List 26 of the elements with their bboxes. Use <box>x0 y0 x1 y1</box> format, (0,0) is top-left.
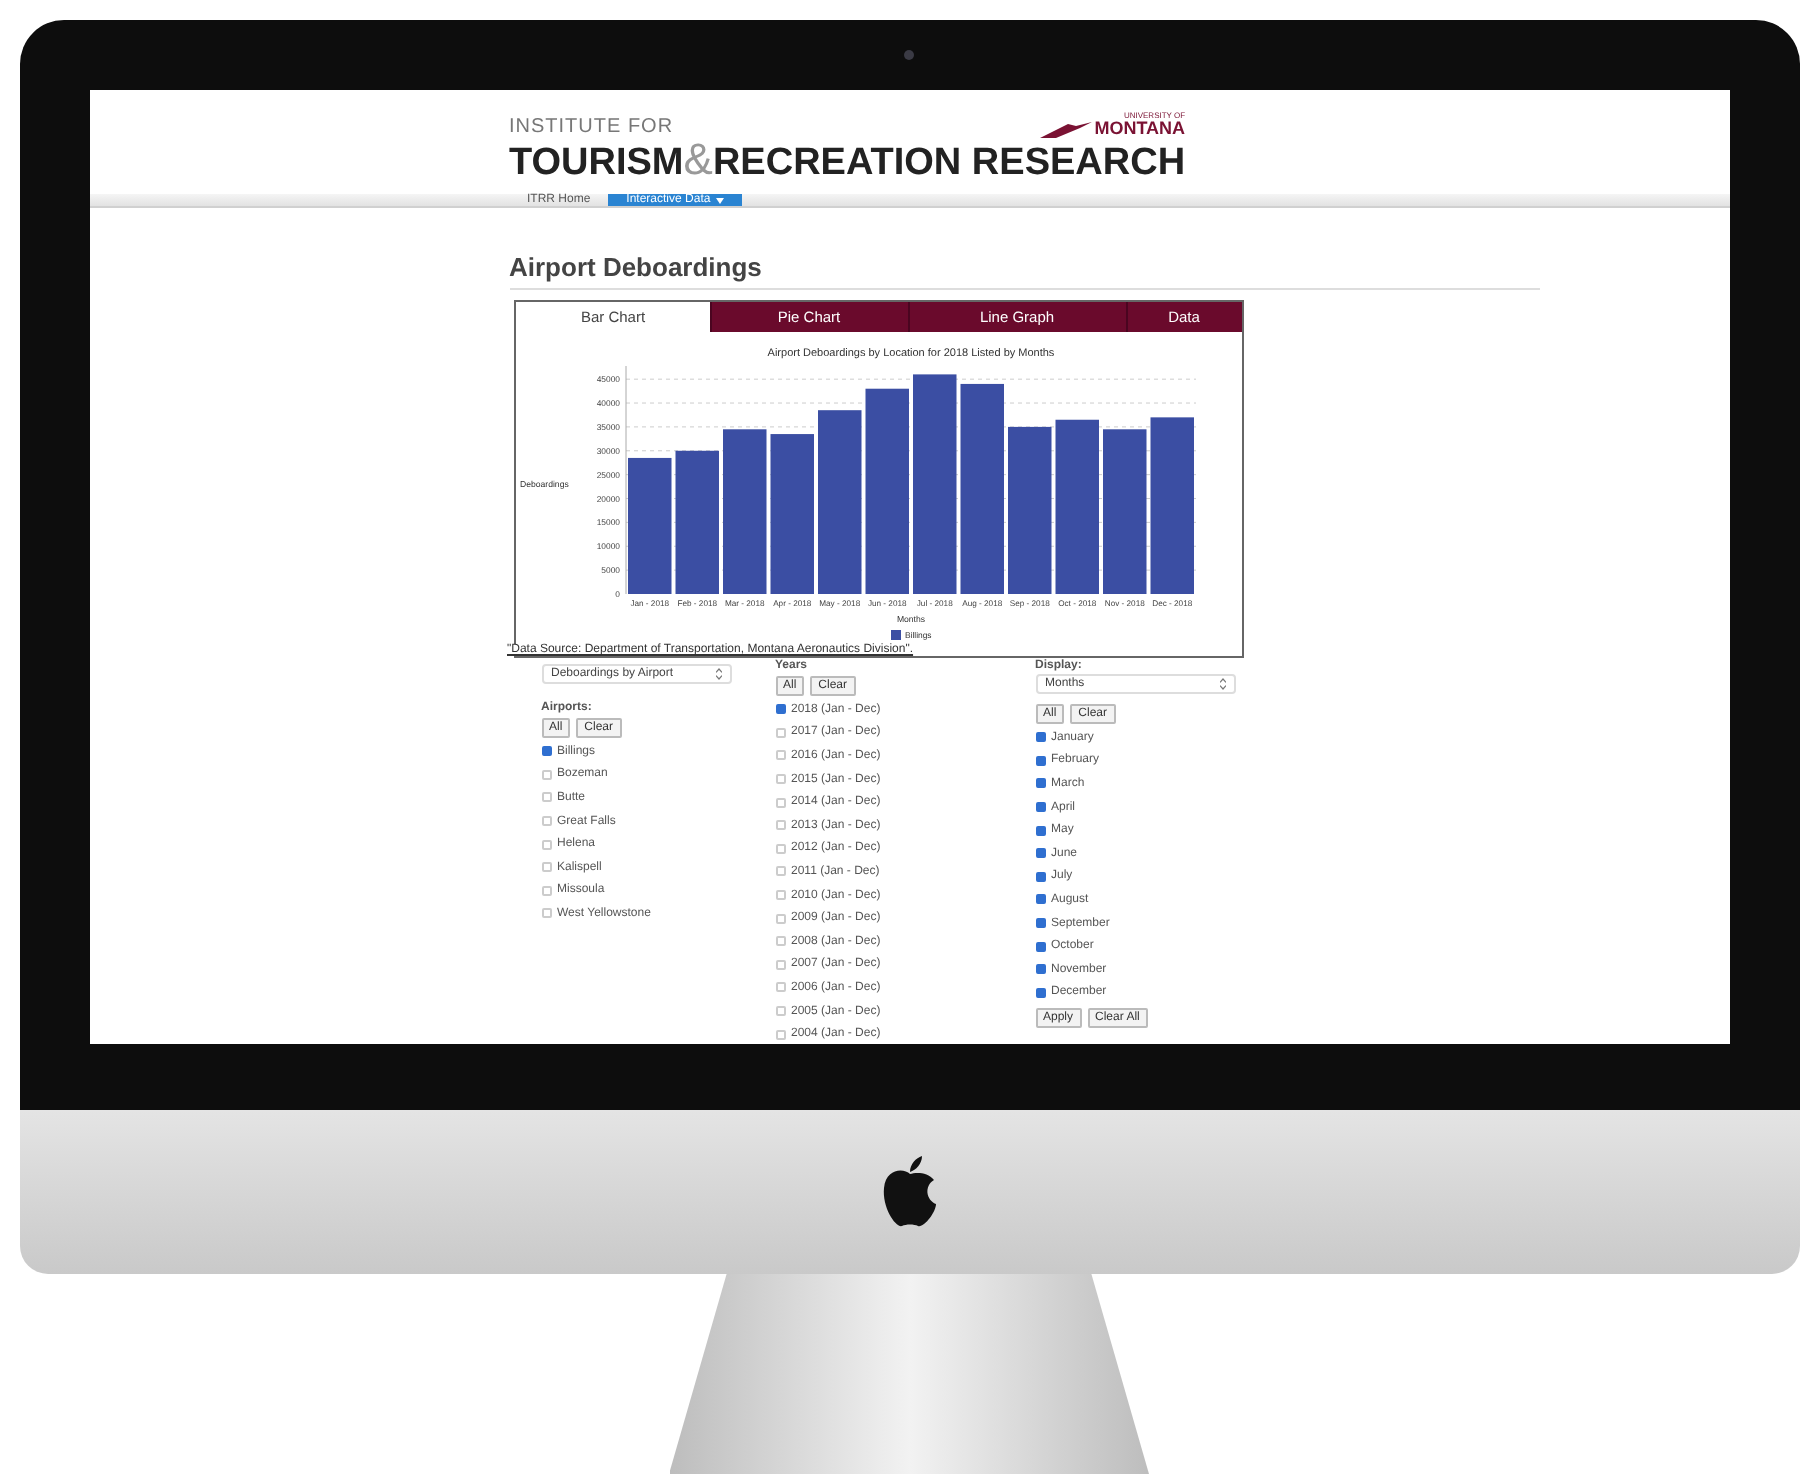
checkbox[interactable] <box>1035 825 1045 836</box>
checkbox[interactable] <box>1035 964 1045 975</box>
checkbox[interactable] <box>541 746 551 757</box>
university-name: MONTANA <box>1094 120 1186 138</box>
checkbox[interactable] <box>1035 732 1045 743</box>
checkbox[interactable] <box>1035 802 1045 813</box>
select-arrows-icon <box>715 668 721 680</box>
logo-ampersand: & <box>683 138 713 182</box>
logo-title: RECREATION RESEARCH <box>712 142 1186 186</box>
logo-title: TOURISM <box>509 142 684 186</box>
checkbox[interactable] <box>1035 871 1045 882</box>
checkbox[interactable] <box>1035 848 1045 859</box>
page-title: Airport Deboardings <box>509 252 1539 290</box>
camera-icon <box>904 50 914 60</box>
checkbox[interactable] <box>1035 941 1045 952</box>
logo-subtitle: INSTITUTE FOR <box>509 116 674 138</box>
checkbox[interactable] <box>775 704 785 715</box>
checkbox[interactable] <box>1035 778 1045 789</box>
legend-swatch <box>890 630 900 640</box>
select-arrows-icon <box>1219 678 1225 690</box>
mountain-icon <box>1040 122 1093 138</box>
checkbox[interactable] <box>1035 755 1045 766</box>
apple-logo-icon <box>879 1156 939 1228</box>
checkbox[interactable] <box>1035 918 1045 929</box>
checkbox[interactable] <box>1035 987 1045 998</box>
checkbox[interactable] <box>1035 894 1045 905</box>
